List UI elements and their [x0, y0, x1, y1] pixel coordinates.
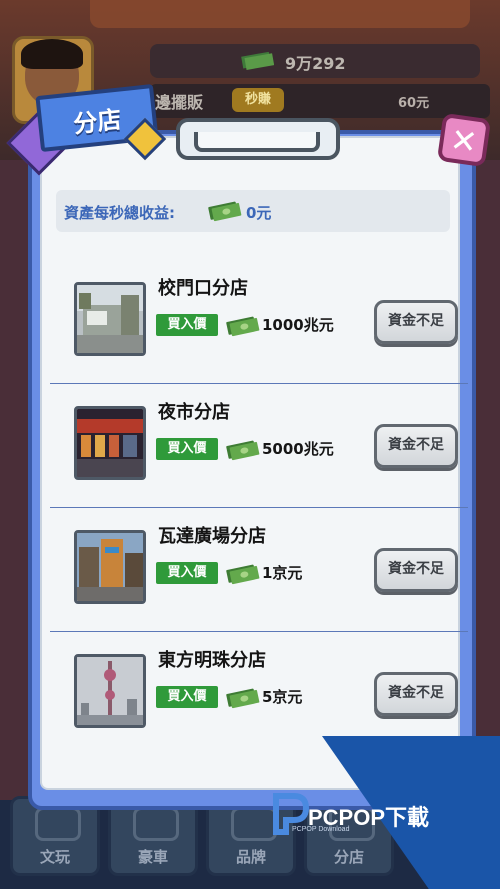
watermark-sub: PCPOP Download	[292, 826, 350, 833]
car-icon	[133, 807, 179, 841]
branch-name: 夜市分店	[158, 402, 230, 423]
close-icon: ✕	[447, 120, 480, 162]
income-value: 0元	[246, 204, 272, 222]
insufficient-funds-button[interactable]: 資金不足	[374, 424, 458, 468]
branch-price: 5京元	[262, 688, 303, 706]
divider	[50, 631, 468, 632]
close-button[interactable]: ✕	[436, 112, 492, 168]
branch-thumbnail	[74, 406, 146, 480]
income-label: 資產每秒總收益:	[64, 204, 175, 222]
cash-icon	[241, 51, 274, 70]
divider	[50, 507, 468, 508]
clipboard-clip	[176, 118, 340, 160]
stall-price: 60元	[398, 96, 430, 111]
cash-icon	[208, 201, 242, 222]
branch-price: 1000兆元	[262, 316, 334, 334]
buy-price-tag: 買入價	[156, 562, 218, 584]
clipboard-clip-inner	[194, 132, 320, 152]
branch-row: 校門口分店 買入價 1000兆元 資金不足	[50, 262, 468, 384]
stall-label: 邊擺販	[155, 93, 204, 112]
buy-price-tag: 買入價	[156, 438, 218, 460]
avatar-hair	[21, 39, 83, 69]
per-second-tag: 秒賺	[232, 88, 284, 112]
income-summary: 資產每秒總收益: 0元	[56, 190, 450, 232]
branch-price: 5000兆元	[262, 440, 334, 458]
branch-thumbnail	[74, 282, 146, 356]
beads-icon	[35, 807, 81, 841]
branch-thumbnail	[74, 654, 146, 728]
branch-name: 校門口分店	[158, 278, 248, 299]
tab-label: 豪車	[137, 848, 168, 866]
tab-label: 分店	[333, 848, 364, 866]
branch-row: 瓦達廣場分店 買入價 1京元 資金不足	[50, 510, 468, 632]
insufficient-funds-button[interactable]: 資金不足	[374, 672, 458, 716]
buy-price-tag: 買入價	[156, 686, 218, 708]
branch-thumbnail	[74, 530, 146, 604]
tab-label: 文玩	[39, 848, 70, 866]
shop-banner	[90, 0, 470, 28]
branch-row: 夜市分店 買入價 5000兆元 資金不足	[50, 386, 468, 508]
branch-name: 東方明珠分店	[158, 650, 266, 671]
buy-price-tag: 買入價	[156, 314, 218, 336]
divider	[50, 383, 468, 384]
cash-icon	[226, 316, 260, 337]
cash-icon	[226, 564, 260, 585]
cash-icon	[226, 440, 260, 461]
branch-name: 瓦達廣場分店	[158, 526, 266, 547]
cash-icon	[226, 688, 260, 709]
branch-price: 1京元	[262, 564, 303, 582]
money-total: 9万292	[285, 54, 346, 73]
insufficient-funds-button[interactable]: 資金不足	[374, 548, 458, 592]
insufficient-funds-button[interactable]: 資金不足	[374, 300, 458, 344]
tab-label: 品牌	[235, 848, 266, 866]
